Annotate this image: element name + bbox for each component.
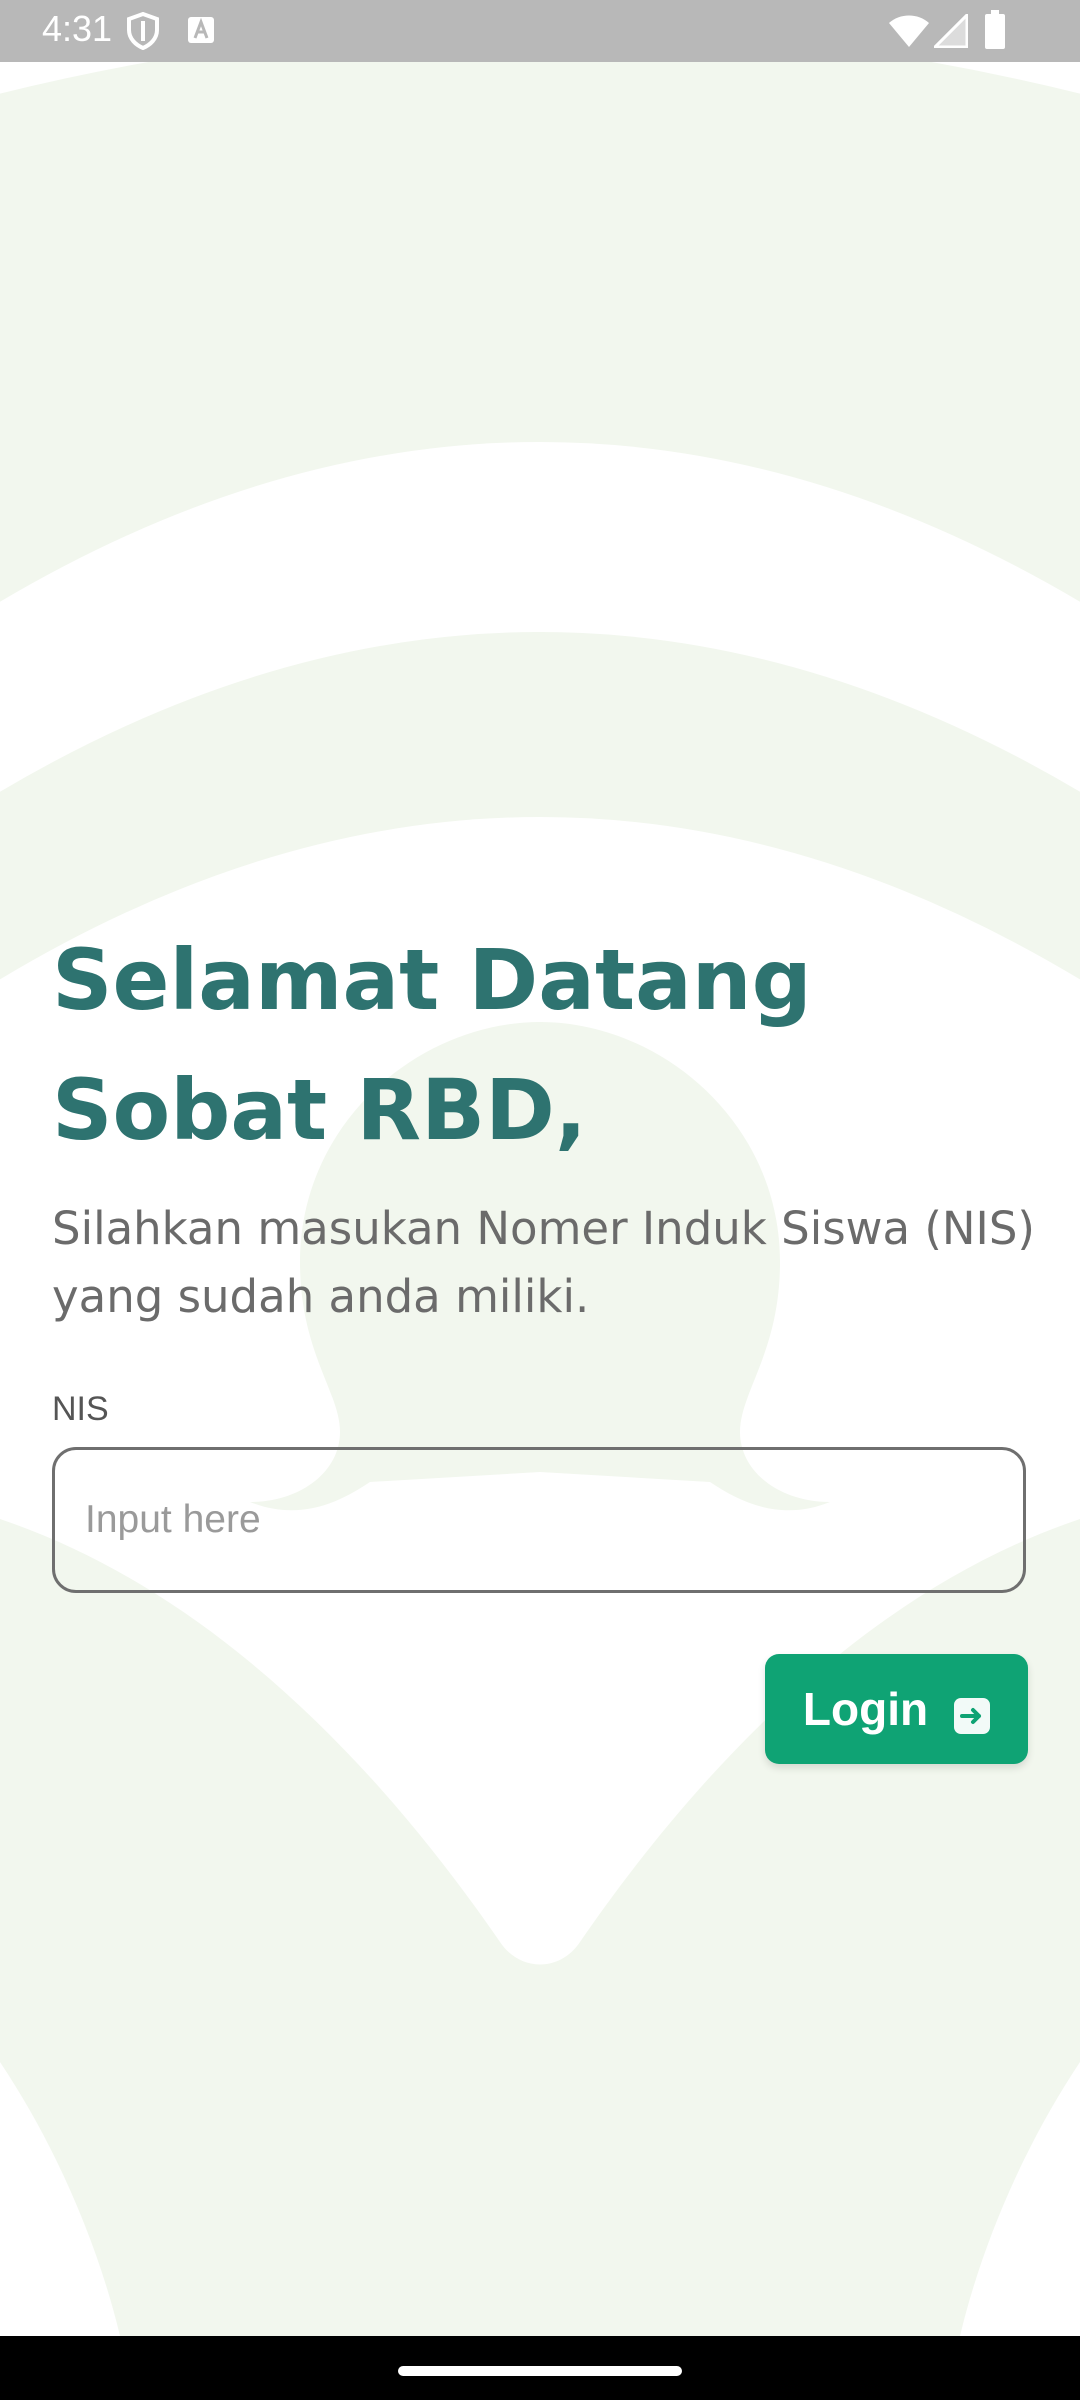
status-time: 4:31	[42, 8, 113, 49]
welcome-title: Selamat Datang Sobat RBD,	[52, 931, 812, 1159]
status-bar: 4:31	[0, 0, 1080, 62]
home-indicator[interactable]	[398, 2366, 682, 2376]
a-letter-icon	[187, 16, 215, 49]
wifi-icon	[888, 14, 930, 53]
nis-input[interactable]	[52, 1447, 1026, 1593]
welcome-subtitle: Silahkan masukan Nomer Induk Siswa (NIS)…	[52, 1202, 1035, 1323]
battery-icon	[984, 10, 1006, 55]
nis-label: NIS	[52, 1390, 109, 1428]
signal-icon	[931, 11, 969, 53]
shield-icon	[126, 11, 160, 55]
login-arrow-icon	[954, 1691, 991, 1734]
navigation-bar	[0, 2336, 1080, 2400]
login-button[interactable]: Login	[765, 1654, 1028, 1764]
login-screen: 4:31 Selamat Datang Sobat RBD, Silahkan …	[0, 0, 1080, 2400]
login-button-label: Login	[802, 1683, 929, 1735]
